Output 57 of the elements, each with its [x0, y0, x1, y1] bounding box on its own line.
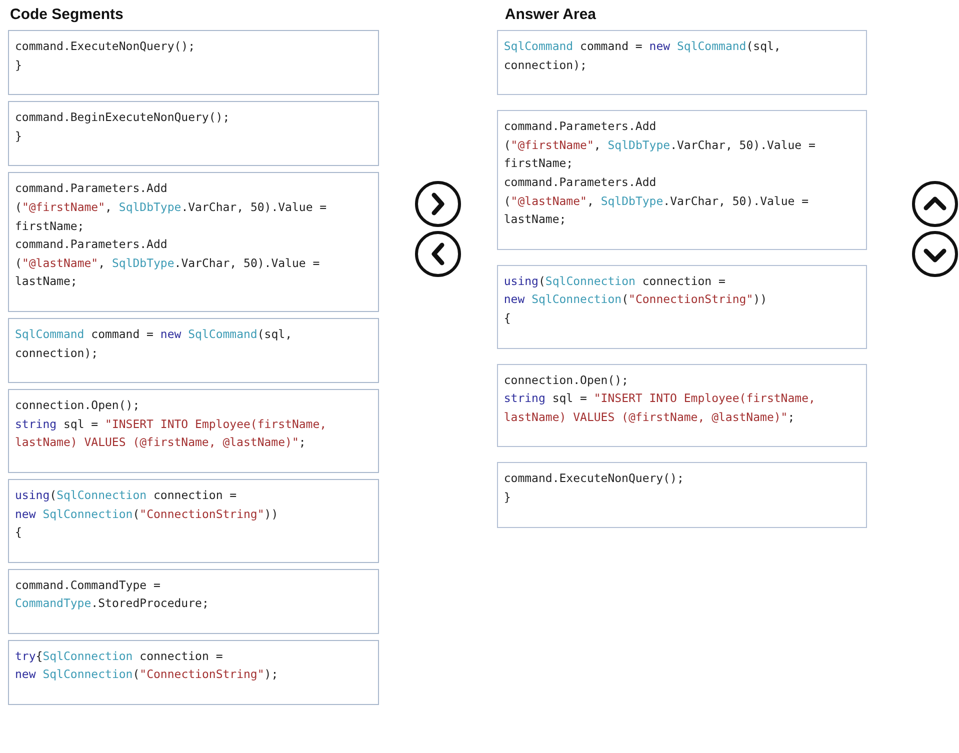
code-line: command.Parameters.Add [15, 180, 168, 198]
code-line: lastName) VALUES (@firstName, @lastName)"; [15, 434, 307, 452]
code-line: try{SqlConnection connection = [15, 648, 224, 665]
code-line: new SqlConnection("ConnectionString")) [504, 291, 768, 308]
code-line: command.Parameters.Add [15, 236, 168, 254]
code-line: lastName; [15, 273, 78, 290]
code-line: new SqlConnection("ConnectionString"); [15, 666, 280, 684]
code-line: connection); [504, 56, 588, 74]
code-line: lastName; [504, 211, 568, 228]
code-line: connection); [15, 344, 100, 362]
panel-title: Code Segments [9, 5, 124, 24]
code-line: using(SqlConnection connection = [15, 486, 238, 504]
code-line: command.ExecuteNonQuery(); [504, 470, 685, 488]
code-line: SqlCommand command = new SqlCommand(sql, [15, 326, 293, 343]
code-line: ("@firstName", SqlDbType.VarChar, 50).Value = [504, 136, 816, 154]
code-line: } [15, 128, 23, 145]
code-segment-card[interactable]: connection.Open(); string sql = "INSERT INTO Employee(firstName, lastName) VALUES (@firstName, @lastName)"; [496, 364, 867, 448]
code-line: { [504, 310, 512, 327]
panel-title: Answer Area [504, 5, 598, 24]
code-line: command.CommandType = [15, 576, 162, 594]
code-line: string sql = "INSERT INTO Employee(firstName, [504, 390, 816, 408]
code-line: firstName; [15, 218, 86, 235]
code-line: command.Parameters.Add [504, 174, 658, 191]
code-line: firstName; [504, 155, 574, 172]
code-line: string sql = "INSERT INTO Employee(firstName, [15, 416, 328, 433]
code-segment-card[interactable]: command.ExecuteNonQuery(); } [496, 462, 867, 528]
code-segment-card[interactable]: try{SqlConnection connection = new SqlConnection("ConnectionString"); [8, 640, 380, 706]
code-line: using(SqlConnection connection = [504, 272, 726, 290]
code-line: command.ExecuteNonQuery(); [15, 38, 196, 55]
code-segment-card[interactable]: connection.Open(); string sql = "INSERT INTO Employee(firstName, lastName) VALUES (@firstName, @lastName)"; [8, 389, 380, 473]
left-arrow-button[interactable] [414, 230, 462, 278]
right-arrow-button[interactable] [414, 180, 462, 228]
code-segment-card[interactable]: command.Parameters.Add ("@firstName", SqlDbType.VarChar, 50).Value = firstName; command.Parameters.Add ("@lastName", SqlDbType.VarChar, 50).Value = lastName; [8, 172, 380, 312]
code-line: new SqlConnection("ConnectionString")) [15, 506, 280, 522]
code-line: connection.Open(); [15, 397, 141, 414]
code-line: lastName) VALUES (@firstName, @lastName)"; [504, 408, 796, 426]
code-line: ("@firstName", SqlDbType.VarChar, 50).Value = [15, 198, 328, 216]
code-segment-card[interactable]: using(SqlConnection connection = new SqlConnection("ConnectionString")) { [8, 478, 380, 563]
code-line: command.Parameters.Add [504, 118, 658, 136]
code-segment-card[interactable]: command.Parameters.Add ("@firstName", SqlDbType.VarChar, 50).Value = firstName; command.Parameters.Add ("@lastName", SqlDbType.VarChar, 50).Value = lastName; [496, 110, 867, 250]
code-segment-card[interactable]: command.BeginExecuteNonQuery(); } [8, 101, 380, 166]
code-segment-card[interactable]: SqlCommand command = new SqlCommand(sql, connection); [8, 318, 380, 384]
code-line: ("@lastName", SqlDbType.VarChar, 50).Value = [504, 192, 810, 210]
code-line: connection.Open(); [504, 372, 630, 389]
up-arrow-button[interactable] [911, 180, 959, 228]
code-line: CommandType.StoredProcedure; [15, 595, 210, 612]
code-line: command.BeginExecuteNonQuery(); [15, 109, 231, 126]
code-line: } [504, 488, 512, 506]
code-segment-card[interactable]: using(SqlConnection connection = new SqlConnection("ConnectionString")) { [496, 264, 867, 349]
code-line: } [15, 56, 23, 74]
code-segment-card[interactable]: SqlCommand command = new SqlCommand(sql, connection); [496, 30, 867, 96]
code-line: { [15, 524, 23, 542]
code-line: SqlCommand command = new SqlCommand(sql, [504, 38, 782, 55]
down-arrow-button[interactable] [911, 230, 959, 278]
code-line: ("@lastName", SqlDbType.VarChar, 50).Value = [15, 254, 321, 272]
code-segment-card[interactable]: command.CommandType = CommandType.StoredProcedure; [8, 568, 380, 634]
code-segment-card[interactable]: command.ExecuteNonQuery(); } [8, 30, 380, 96]
